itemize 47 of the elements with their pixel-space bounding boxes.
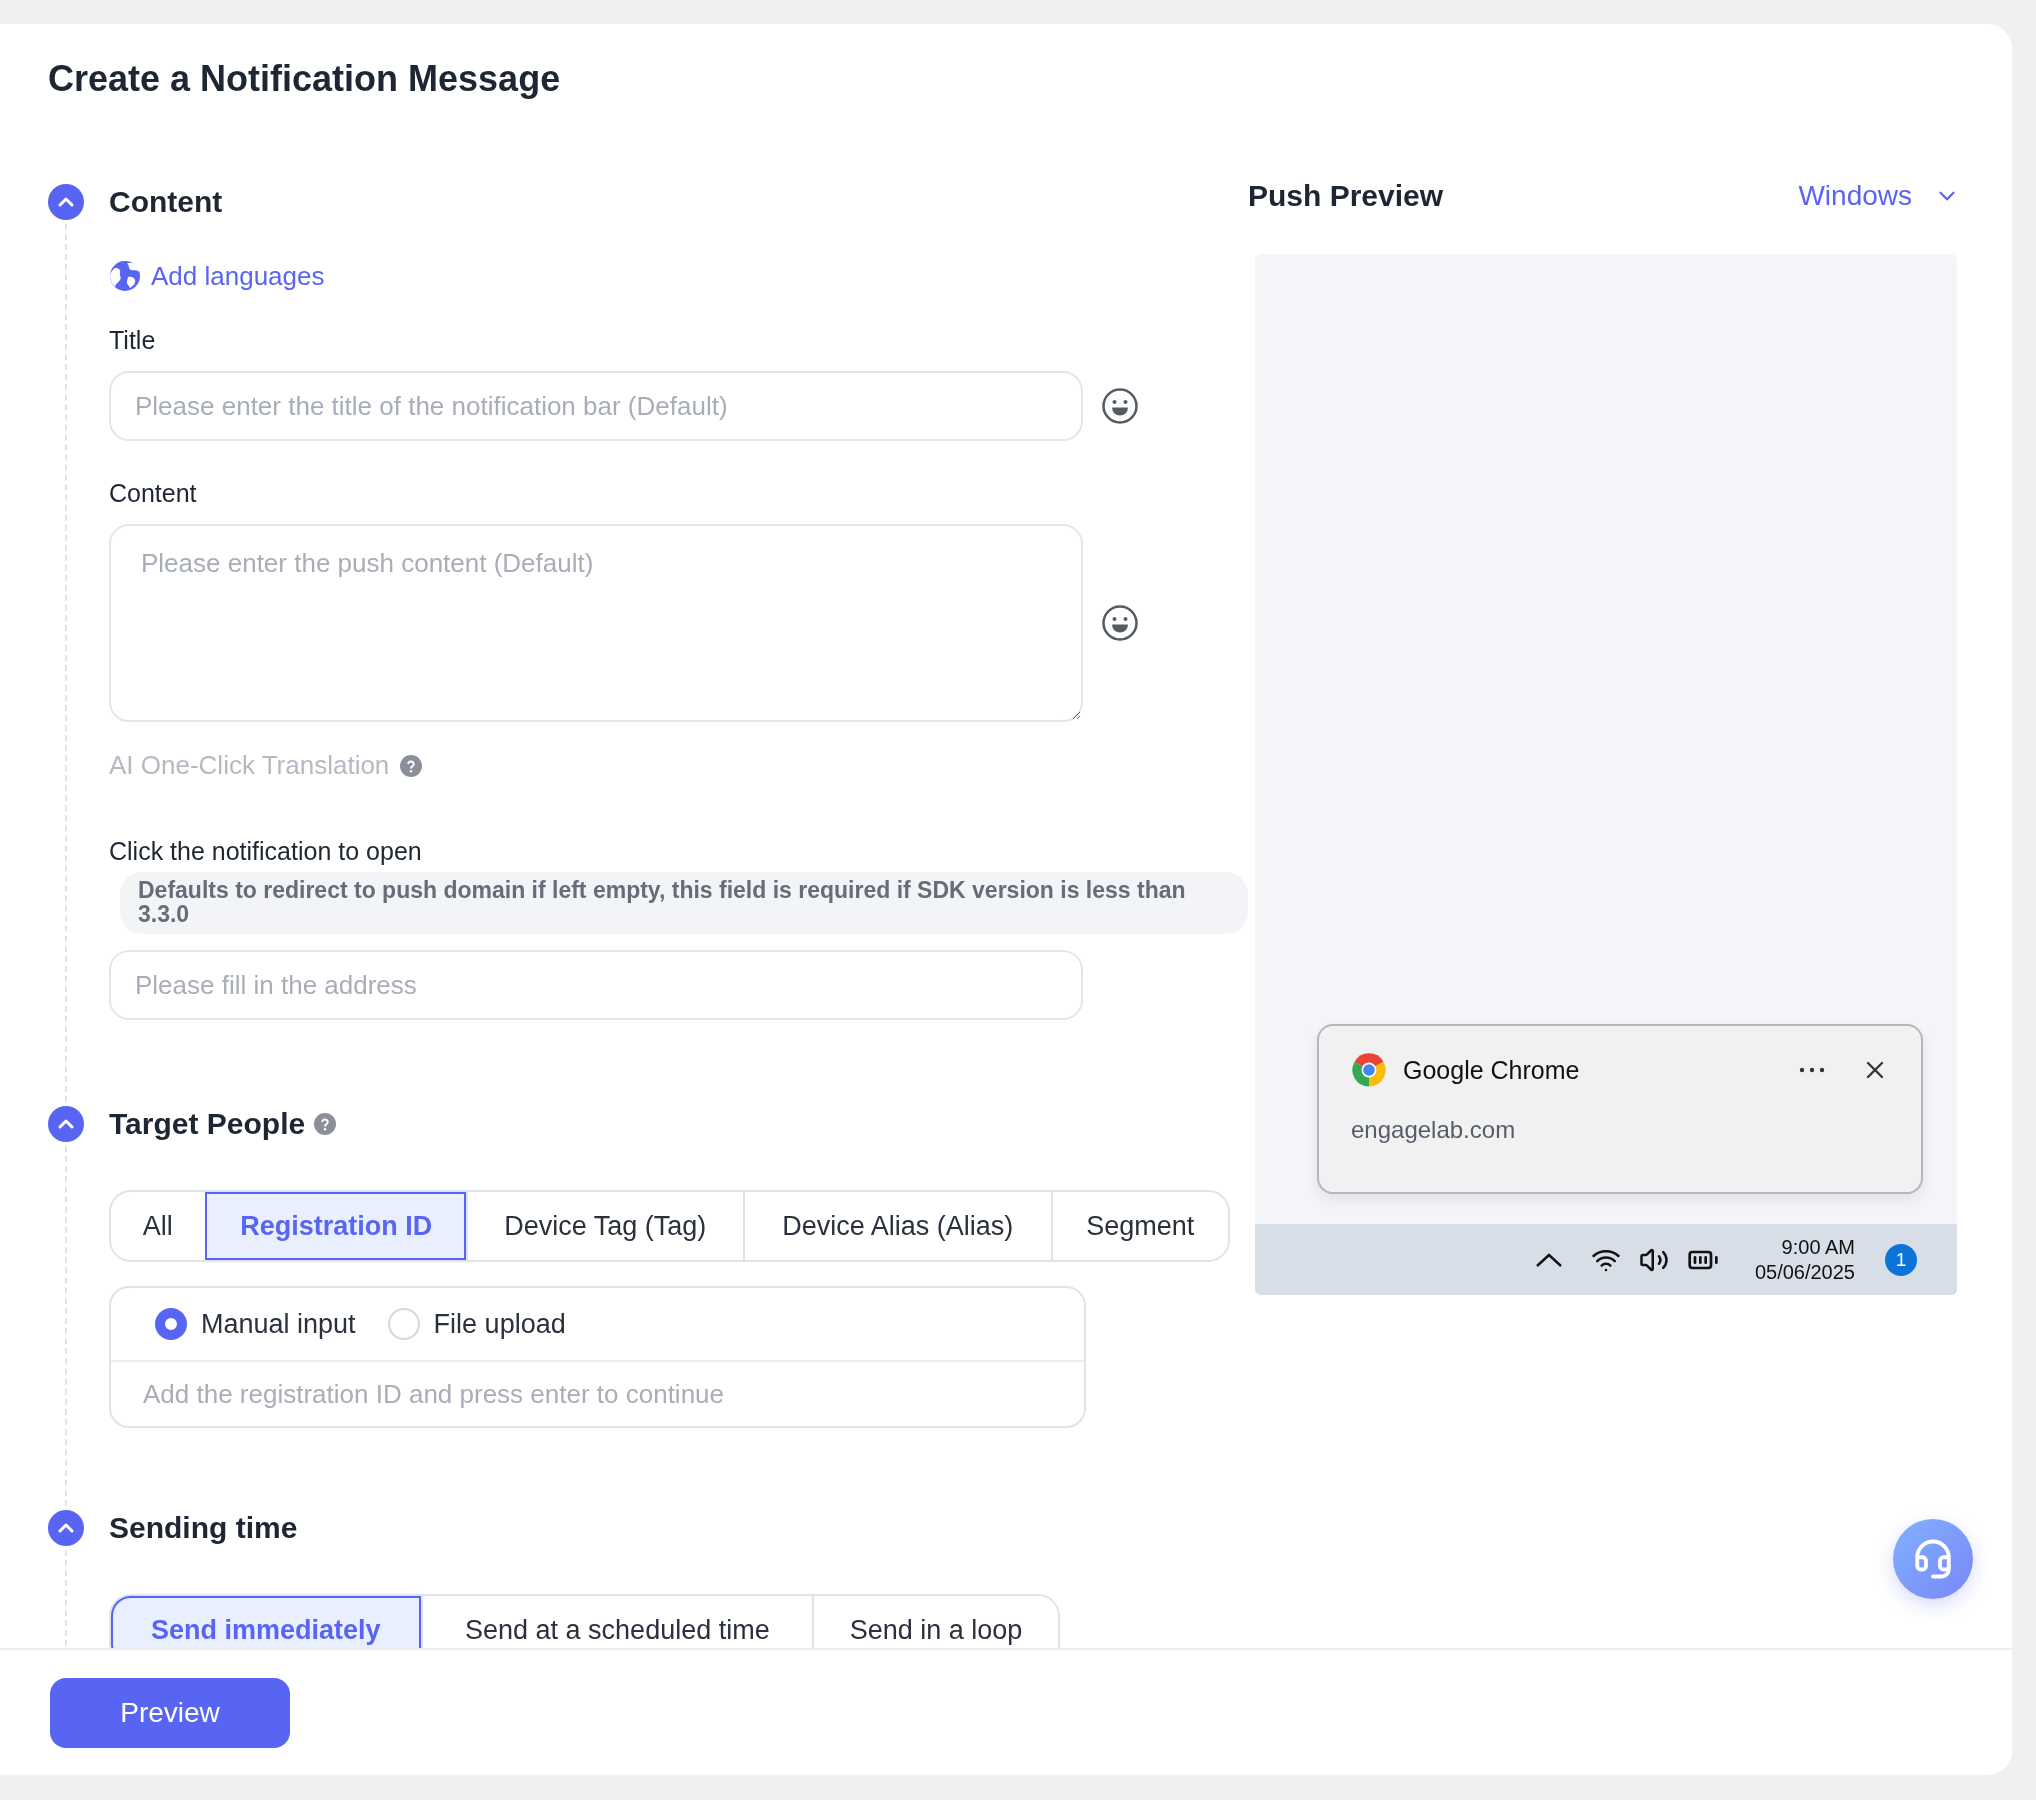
browser-icon [1351, 1052, 1387, 1088]
content-field[interactable]: Please enter the push content (Default) [109, 524, 1083, 722]
radio-option[interactable]: File upload [387, 1308, 566, 1341]
smiley-icon[interactable] [1101, 387, 1139, 425]
section-heading: Target People [109, 1107, 306, 1142]
registration-input-panel[interactable]: Manual input File upload Add the registration ID and press enter to continue [109, 1286, 1086, 1429]
headset-icon [1912, 1538, 1954, 1580]
smiley-icon[interactable] [1101, 604, 1139, 642]
sending-tab[interactable]: Send immediately [111, 1596, 421, 1648]
chevron-up-icon [1534, 1251, 1563, 1268]
more-button[interactable] [1799, 1067, 1825, 1073]
target-tab[interactable]: Device Tag (Tag) [465, 1192, 743, 1261]
preview-button[interactable]: Preview [50, 1678, 290, 1748]
target-tab[interactable]: Registration ID [204, 1192, 466, 1261]
sending-tab[interactable]: Send at a scheduled time [420, 1596, 812, 1648]
target-tab[interactable]: All [111, 1192, 205, 1261]
globe-icon [109, 260, 141, 292]
add-languages-link[interactable]: Add languages [109, 260, 325, 292]
help-icon [313, 1112, 338, 1137]
field-label: Title [109, 326, 157, 355]
target-tab[interactable]: Device Alias (Alias) [742, 1192, 1051, 1261]
site-text: engagelab.com [1351, 1116, 1517, 1144]
section-heading: Content [109, 185, 223, 219]
app-name: Google Chrome [1403, 1055, 1581, 1085]
platform-dropdown[interactable]: Windows [1798, 180, 1960, 212]
registration-id-field[interactable]: Add the registration ID and press enter to continue [111, 1362, 1084, 1427]
collapse-toggle[interactable] [48, 184, 84, 220]
address-field[interactable]: Please fill in the address [109, 950, 1083, 1021]
section-heading: Sending time [109, 1511, 298, 1546]
support-button[interactable] [1893, 1519, 1973, 1599]
notification-badge: 1 [1885, 1243, 1917, 1276]
clock-time: 9:00 AM [1781, 1234, 1855, 1260]
help-icon [399, 753, 424, 778]
field-label: Click the notification to open [109, 837, 423, 866]
radio-option[interactable]: Manual input [155, 1308, 356, 1341]
preview-heading: Push Preview [1248, 179, 1444, 213]
hint-text: Defaults to redirect to push domain if left empty, this field is required if SDK version is less than 3.3.0 [120, 872, 1248, 935]
target-tab[interactable]: Segment [1050, 1192, 1228, 1261]
translation-label: AI One-Click Translation [109, 750, 390, 781]
more-icon [1799, 1067, 1825, 1073]
clock-date: 05/06/2025 [1754, 1259, 1855, 1285]
field-label: Content [109, 479, 198, 508]
collapse-toggle[interactable] [48, 1106, 84, 1143]
sending-tab[interactable]: Send in a loop [812, 1596, 1058, 1648]
collapse-toggle[interactable] [48, 1510, 84, 1547]
page-title: Create a Notification Message [48, 58, 562, 100]
title-field[interactable]: Please enter the title of the notification bar (Default) [109, 371, 1083, 441]
